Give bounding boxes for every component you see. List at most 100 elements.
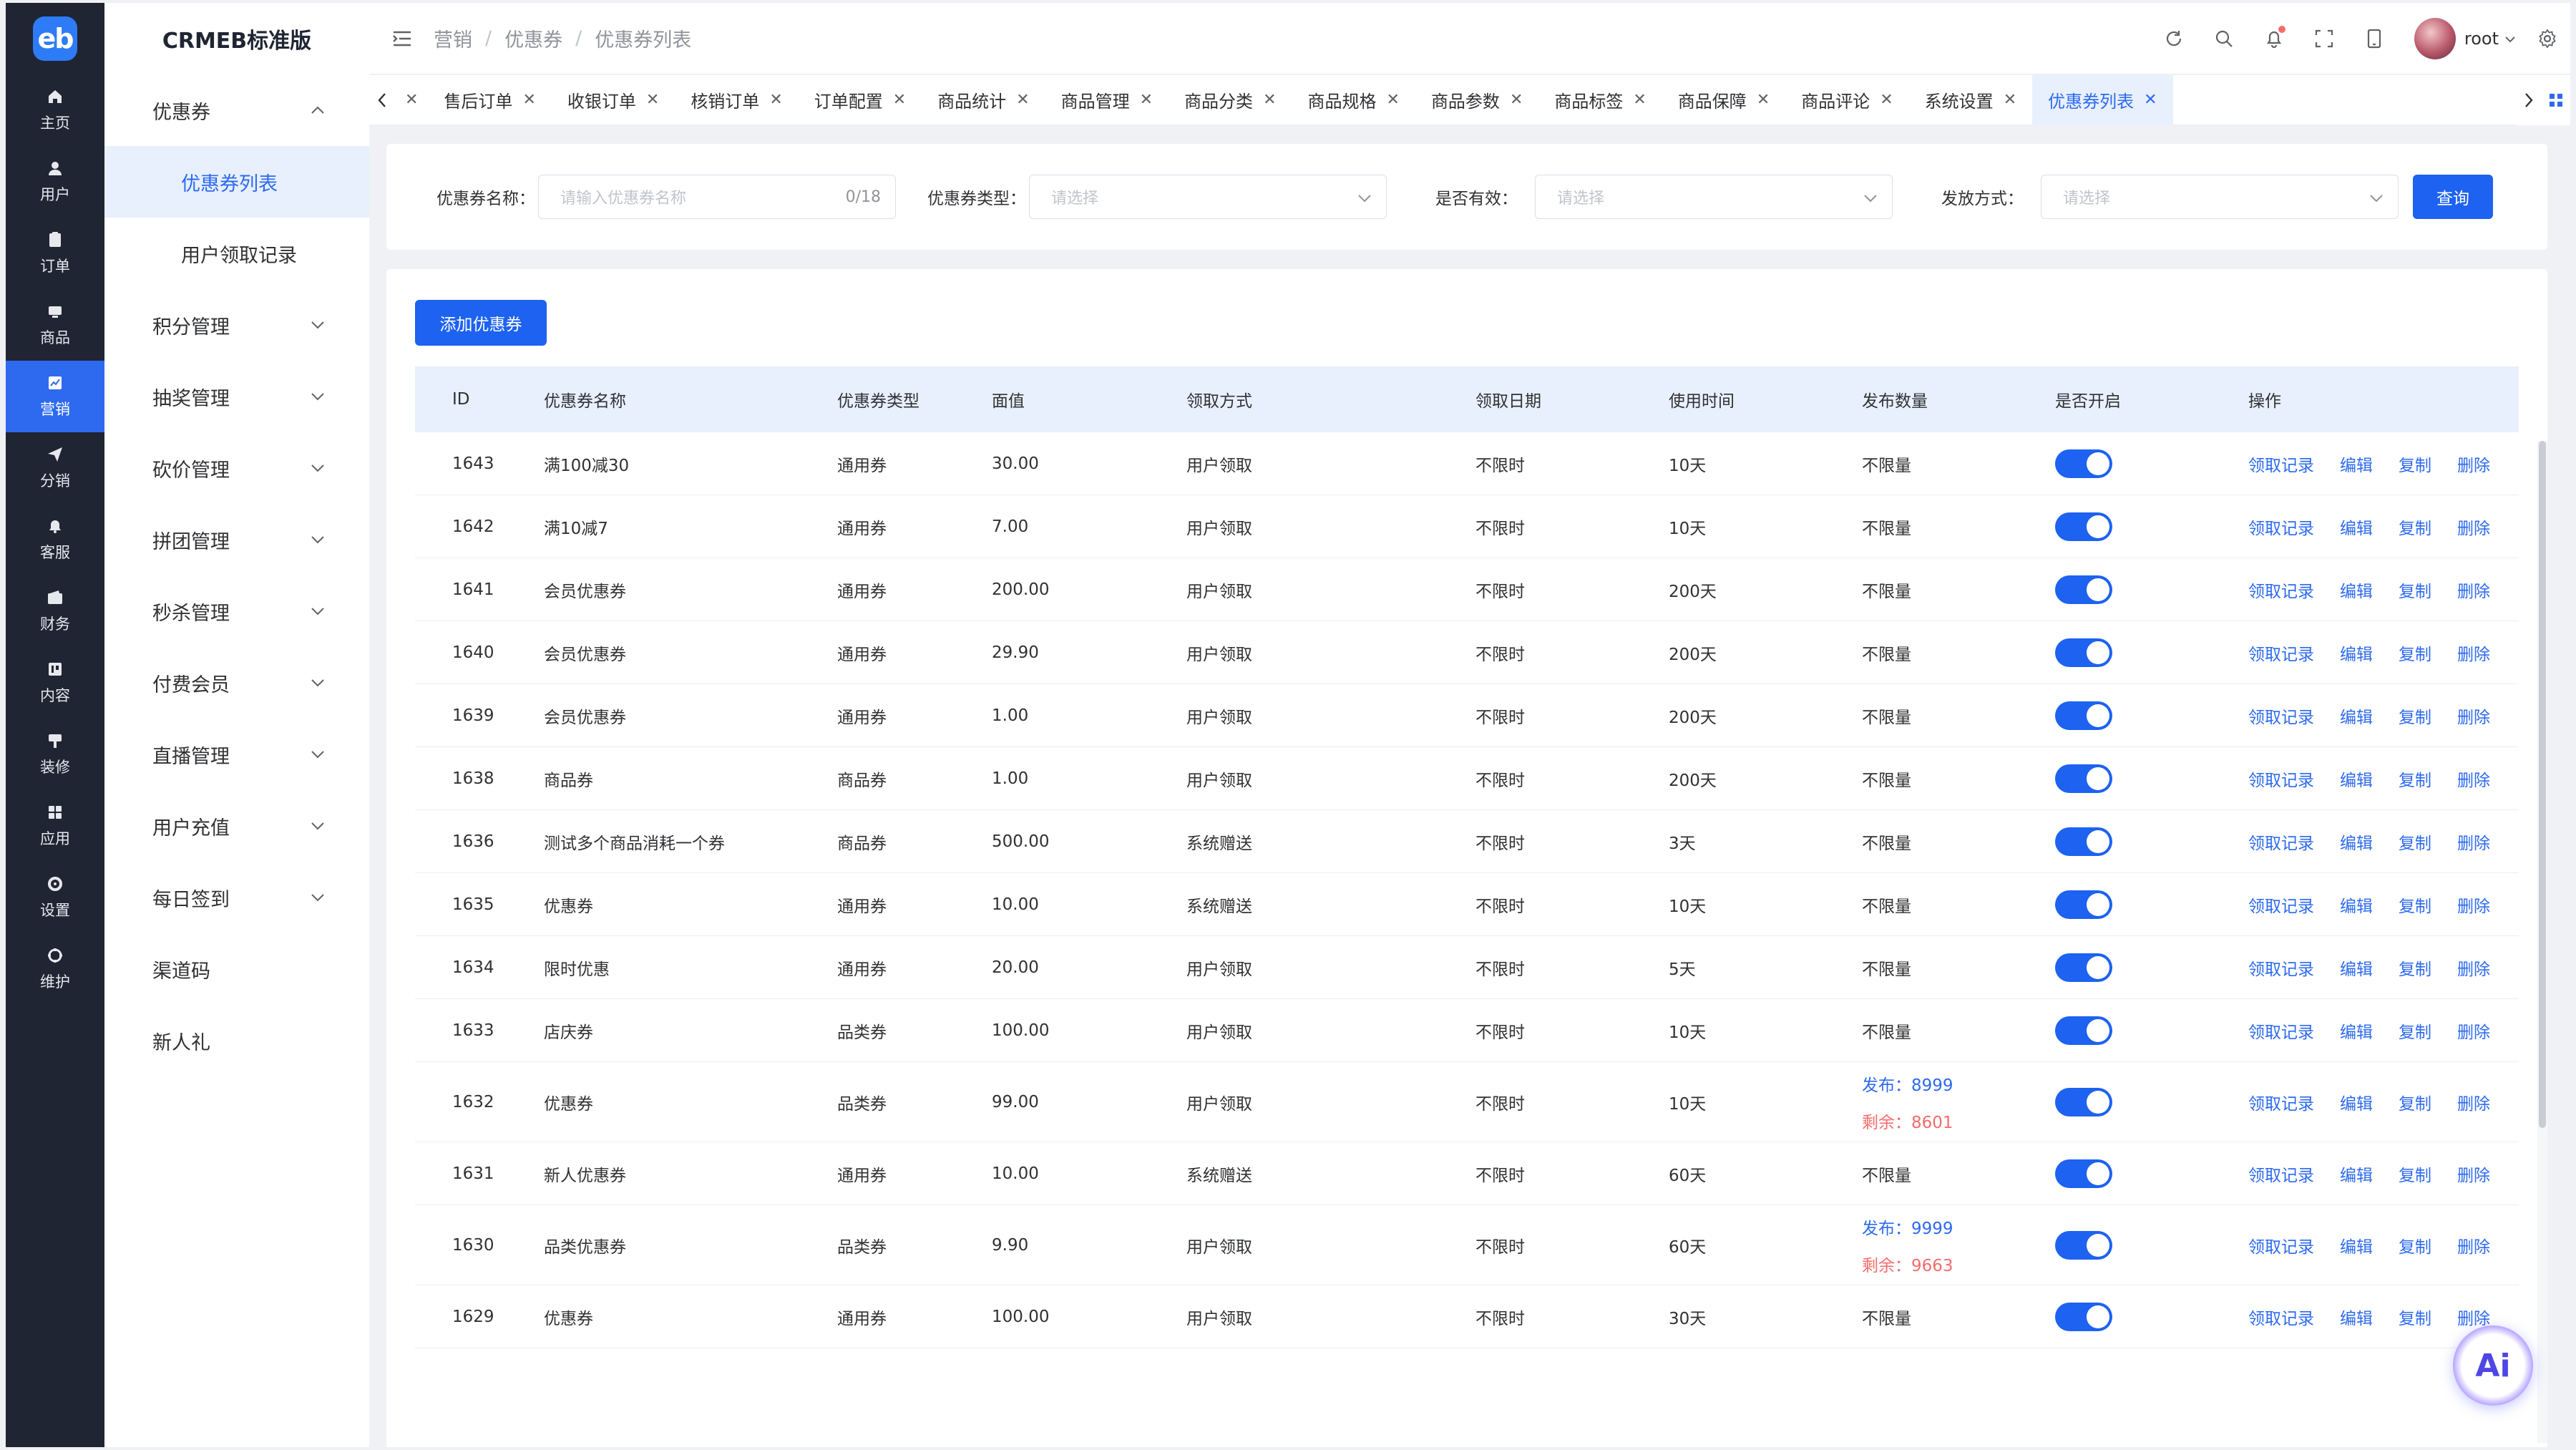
- rail-item-decorate[interactable]: 装修: [6, 719, 104, 790]
- copy-link[interactable]: 复制: [2399, 892, 2431, 917]
- copy-link[interactable]: 复制: [2399, 704, 2431, 728]
- close-icon[interactable]: ✕: [522, 91, 535, 109]
- close-icon[interactable]: ✕: [1510, 91, 1523, 109]
- claim-records-link[interactable]: 领取记录: [2248, 641, 2314, 665]
- delete-link[interactable]: 删除: [2457, 955, 2490, 980]
- rail-item-maintenance[interactable]: 维护: [6, 933, 104, 1005]
- delete-link[interactable]: 删除: [2457, 767, 2490, 791]
- close-icon[interactable]: ✕: [1016, 91, 1029, 109]
- copy-link[interactable]: 复制: [2399, 1233, 2431, 1257]
- copy-link[interactable]: 复制: [2399, 955, 2431, 980]
- breadcrumb-item[interactable]: 营销: [434, 24, 472, 52]
- edit-link[interactable]: 编辑: [2340, 704, 2373, 728]
- tab[interactable]: 商品统计 ✕: [922, 75, 1045, 125]
- edit-link[interactable]: 编辑: [2340, 955, 2373, 980]
- copy-link[interactable]: 复制: [2399, 1090, 2431, 1114]
- close-icon[interactable]: ✕: [1387, 91, 1400, 109]
- copy-link[interactable]: 复制: [2399, 515, 2431, 539]
- app-logo[interactable]: eb: [33, 16, 77, 61]
- tab[interactable]: 商品保障 ✕: [1662, 75, 1785, 125]
- tabs-menu-grid-icon[interactable]: [2542, 75, 2570, 125]
- gear-icon[interactable]: [2534, 26, 2560, 52]
- avatar[interactable]: [2414, 18, 2456, 59]
- vertical-scrollbar[interactable]: [2537, 441, 2547, 1443]
- edit-link[interactable]: 编辑: [2340, 1090, 2373, 1114]
- chevron-down-icon[interactable]: [2504, 31, 2516, 47]
- enabled-toggle[interactable]: [2055, 1230, 2112, 1260]
- fullscreen-icon[interactable]: [2311, 26, 2337, 52]
- close-icon[interactable]: ✕: [1263, 91, 1276, 109]
- close-icon[interactable]: ✕: [1757, 91, 1770, 109]
- submenu-group[interactable]: 积分管理: [104, 289, 369, 361]
- breadcrumb-item[interactable]: 优惠券: [504, 24, 562, 52]
- enabled-toggle[interactable]: [2055, 1087, 2112, 1116]
- submenu-group[interactable]: 每日签到: [104, 862, 369, 933]
- close-icon[interactable]: ✕: [2144, 91, 2157, 109]
- claim-records-link[interactable]: 领取记录: [2248, 1162, 2314, 1186]
- claim-records-link[interactable]: 领取记录: [2248, 1090, 2314, 1114]
- claim-records-link[interactable]: 领取记录: [2248, 955, 2314, 980]
- rail-item-home[interactable]: 主页: [6, 74, 104, 146]
- bell-icon[interactable]: [2261, 26, 2287, 52]
- tab[interactable]: 商品标签 ✕: [1538, 75, 1662, 125]
- delete-link[interactable]: 删除: [2457, 1018, 2490, 1043]
- rail-item-order[interactable]: 订单: [6, 218, 104, 289]
- valid-select[interactable]: 请选择: [1535, 175, 1893, 219]
- enabled-toggle[interactable]: [2055, 638, 2112, 667]
- enabled-toggle[interactable]: [2055, 764, 2112, 793]
- copy-link[interactable]: 复制: [2399, 578, 2431, 602]
- enabled-toggle[interactable]: [2055, 701, 2112, 730]
- add-coupon-button[interactable]: 添加优惠券: [415, 300, 547, 346]
- close-icon[interactable]: ✕: [1633, 91, 1646, 109]
- submenu-group[interactable]: 秒杀管理: [104, 575, 369, 647]
- rail-item-product[interactable]: 商品: [6, 289, 104, 361]
- enabled-toggle[interactable]: [2055, 512, 2112, 541]
- user-name[interactable]: root: [2464, 29, 2499, 49]
- submenu-group[interactable]: 拼团管理: [104, 504, 369, 575]
- search-icon[interactable]: [2211, 26, 2237, 52]
- tab[interactable]: 商品参数 ✕: [1415, 75, 1538, 125]
- submenu-item-coupon-list[interactable]: 优惠券列表: [104, 146, 369, 218]
- refresh-icon[interactable]: [2161, 26, 2187, 52]
- copy-link[interactable]: 复制: [2399, 1162, 2431, 1186]
- tab[interactable]: 商品评论 ✕: [1785, 75, 1908, 125]
- edit-link[interactable]: 编辑: [2340, 1162, 2373, 1186]
- copy-link[interactable]: 复制: [2399, 1305, 2431, 1329]
- rail-item-wallet[interactable]: 财务: [6, 575, 104, 647]
- enabled-toggle[interactable]: [2055, 575, 2112, 604]
- enabled-toggle[interactable]: [2055, 449, 2112, 478]
- menu-toggle-icon[interactable]: [391, 27, 414, 50]
- tabs-scroll-left-icon[interactable]: [369, 75, 395, 125]
- tab[interactable]: 订单配置 ✕: [799, 75, 922, 125]
- tab[interactable]: 收银订单 ✕: [552, 75, 675, 125]
- claim-records-link[interactable]: 领取记录: [2248, 452, 2314, 476]
- edit-link[interactable]: 编辑: [2340, 892, 2373, 917]
- rail-item-send[interactable]: 分销: [6, 432, 104, 504]
- edit-link[interactable]: 编辑: [2340, 1233, 2373, 1257]
- claim-records-link[interactable]: 领取记录: [2248, 578, 2314, 602]
- close-icon[interactable]: ✕: [2004, 91, 2016, 109]
- submenu-group[interactable]: 直播管理: [104, 719, 369, 790]
- edit-link[interactable]: 编辑: [2340, 1305, 2373, 1329]
- edit-link[interactable]: 编辑: [2340, 767, 2373, 791]
- copy-link[interactable]: 复制: [2399, 452, 2431, 476]
- submenu-group[interactable]: 抽奖管理: [104, 361, 369, 432]
- submenu-item[interactable]: 新人礼: [104, 1005, 369, 1076]
- rail-item-settings[interactable]: 设置: [6, 862, 104, 933]
- edit-link[interactable]: 编辑: [2340, 452, 2373, 476]
- edit-link[interactable]: 编辑: [2340, 641, 2373, 665]
- tab[interactable]: 优惠券列表 ✕: [2032, 74, 2173, 125]
- claim-records-link[interactable]: 领取记录: [2248, 829, 2314, 854]
- submenu-group-coupon[interactable]: 优惠券: [104, 74, 369, 146]
- tabs-scroll-right-icon[interactable]: [2516, 75, 2542, 125]
- delete-link[interactable]: 删除: [2457, 1162, 2490, 1186]
- delete-link[interactable]: 删除: [2457, 515, 2490, 539]
- submenu-group[interactable]: 砍价管理: [104, 432, 369, 504]
- submenu-item[interactable]: 渠道码: [104, 933, 369, 1005]
- copy-link[interactable]: 复制: [2399, 767, 2431, 791]
- edit-link[interactable]: 编辑: [2340, 1018, 2373, 1043]
- claim-records-link[interactable]: 领取记录: [2248, 1018, 2314, 1043]
- delete-link[interactable]: 删除: [2457, 829, 2490, 854]
- rail-item-content[interactable]: 内容: [6, 647, 104, 719]
- rail-item-bell[interactable]: 客服: [6, 504, 104, 575]
